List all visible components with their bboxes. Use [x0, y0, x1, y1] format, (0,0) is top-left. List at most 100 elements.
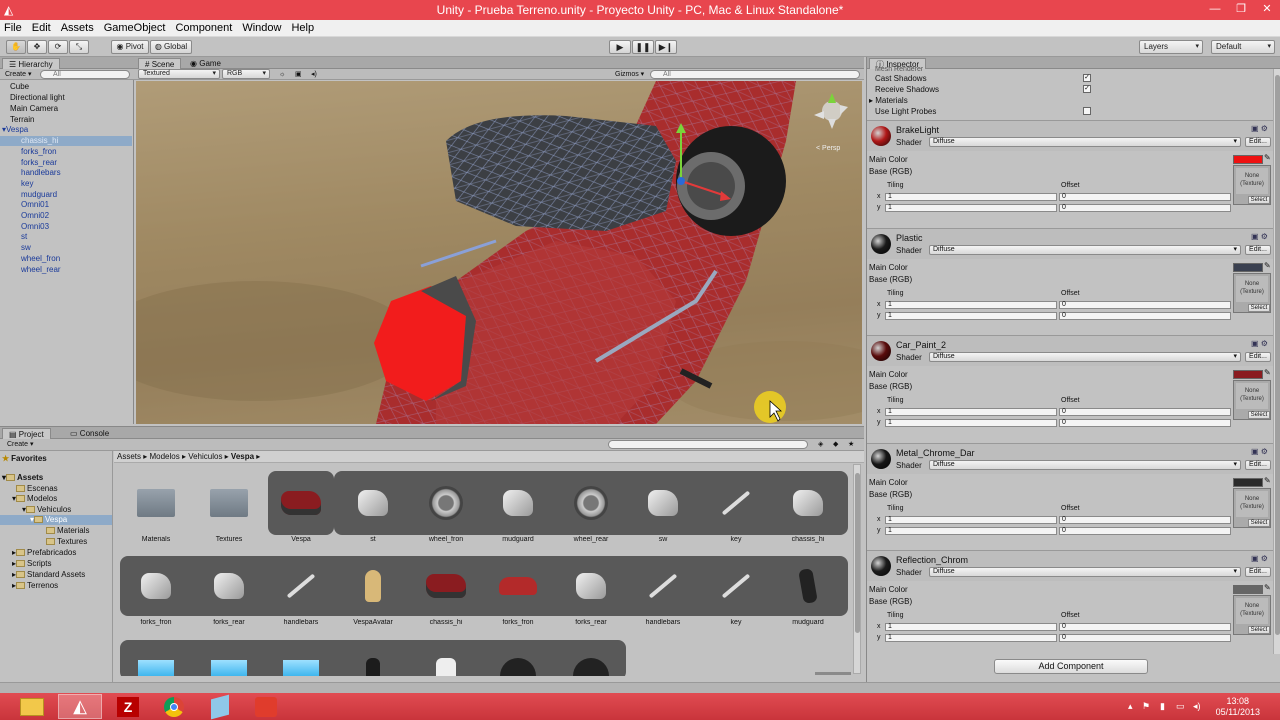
- settings-gear-icon[interactable]: ⚙: [1261, 554, 1268, 563]
- asset-item[interactable]: [340, 640, 406, 676]
- tree-item[interactable]: Escenas: [16, 484, 58, 494]
- audio-toggle[interactable]: ◂): [308, 70, 320, 79]
- pause-button[interactable]: ❚❚: [632, 40, 654, 54]
- asset-item[interactable]: wheel_rear: [558, 473, 624, 543]
- offset-x-field[interactable]: 0: [1059, 193, 1231, 201]
- asset-item[interactable]: [196, 640, 262, 676]
- hierarchy-item-selected[interactable]: chassis_hi: [0, 136, 132, 146]
- lighting-toggle[interactable]: ☼: [276, 70, 288, 79]
- tray-arrow-icon[interactable]: ▴: [1128, 701, 1133, 712]
- pivot-button[interactable]: ◉ Pivot: [111, 40, 149, 54]
- settings-gear-icon[interactable]: ⚙: [1261, 232, 1268, 241]
- tiling-x-field[interactable]: 1: [885, 193, 1057, 201]
- play-button[interactable]: ▶: [609, 40, 631, 54]
- menu-file[interactable]: File: [4, 22, 22, 34]
- hierarchy-create-button[interactable]: Create ▾: [2, 70, 34, 79]
- clock[interactable]: 13:08 05/11/2013: [1216, 696, 1260, 718]
- use-light-probes-checkbox[interactable]: [1083, 107, 1091, 115]
- offset-x-field[interactable]: 0: [1059, 516, 1231, 524]
- render-mode-dropdown[interactable]: Textured: [138, 69, 220, 79]
- main-color-swatch[interactable]: [1233, 370, 1263, 379]
- shader-dropdown[interactable]: Diffuse: [929, 137, 1241, 147]
- main-color-swatch[interactable]: [1233, 155, 1263, 164]
- shader-dropdown[interactable]: Diffuse: [929, 567, 1241, 577]
- breadcrumb-item[interactable]: Modelos: [149, 452, 179, 461]
- help-icon[interactable]: ▣: [1251, 124, 1259, 133]
- tiling-x-field[interactable]: 1: [885, 301, 1057, 309]
- offset-y-field[interactable]: 0: [1059, 312, 1231, 320]
- shader-edit-button[interactable]: Edit...: [1245, 567, 1271, 577]
- move-tool-button[interactable]: ✥: [27, 40, 47, 54]
- texture-slot[interactable]: None (Texture) Select: [1233, 488, 1271, 528]
- tray-flag-icon[interactable]: ⚑: [1142, 701, 1150, 712]
- receive-shadows-checkbox[interactable]: ✓: [1083, 85, 1091, 93]
- tiling-y-field[interactable]: 1: [885, 634, 1057, 642]
- texture-slot[interactable]: None (Texture) Select: [1233, 595, 1271, 635]
- asset-item[interactable]: chassis_hi: [413, 556, 479, 626]
- main-color-swatch[interactable]: [1233, 263, 1263, 272]
- main-color-swatch[interactable]: [1233, 478, 1263, 487]
- hierarchy-item[interactable]: forks_rear: [21, 158, 57, 168]
- gizmos-dropdown[interactable]: Gizmos ▾: [612, 70, 647, 79]
- favorites-item[interactable]: ★ Favorites: [2, 454, 47, 464]
- hierarchy-item[interactable]: forks_fron: [21, 147, 57, 157]
- tray-volume-icon[interactable]: ◂): [1193, 701, 1201, 712]
- hierarchy-item[interactable]: sw: [21, 243, 31, 253]
- tray-battery-icon[interactable]: ▭: [1176, 701, 1185, 712]
- tree-item-selected[interactable]: ▾ Vespa: [0, 515, 112, 525]
- tree-item[interactable]: ▸ Prefabricados: [12, 548, 76, 558]
- asset-item[interactable]: key: [703, 556, 769, 626]
- persp-label[interactable]: < Persp: [816, 145, 840, 152]
- asset-item[interactable]: chassis_hi: [775, 473, 841, 543]
- favorite-button[interactable]: ★: [845, 440, 857, 449]
- breadcrumb-item[interactable]: Assets: [117, 452, 141, 461]
- asset-item[interactable]: mudguard: [485, 473, 551, 543]
- eyedropper-icon[interactable]: ✎: [1264, 368, 1271, 377]
- hierarchy-item[interactable]: Omni01: [21, 200, 49, 210]
- mesh-renderer-header[interactable]: Mesh Renderer: [875, 66, 923, 72]
- asset-item[interactable]: [268, 640, 334, 676]
- taskbar-app[interactable]: [198, 694, 242, 719]
- taskbar-explorer[interactable]: [10, 694, 54, 719]
- help-icon[interactable]: ▣: [1251, 447, 1259, 456]
- asset-item[interactable]: VespaAvatar: [340, 556, 406, 626]
- filter-type-button[interactable]: ◈: [815, 440, 826, 449]
- tab-console[interactable]: ▭ Console: [64, 428, 115, 439]
- breadcrumb-item[interactable]: Vehiculos: [188, 452, 222, 461]
- asset-item[interactable]: forks_fron: [123, 556, 189, 626]
- asset-item[interactable]: forks_fron: [485, 556, 551, 626]
- scale-tool-button[interactable]: ⤡: [69, 40, 89, 54]
- tab-game[interactable]: ◉ Game: [184, 58, 227, 69]
- shader-dropdown[interactable]: Diffuse: [929, 245, 1241, 255]
- maximize-button[interactable]: ❐: [1228, 0, 1254, 20]
- offset-x-field[interactable]: 0: [1059, 623, 1231, 631]
- offset-y-field[interactable]: 0: [1059, 204, 1231, 212]
- hierarchy-item[interactable]: handlebars: [21, 168, 61, 178]
- tray-network-icon[interactable]: ▮: [1160, 701, 1165, 712]
- shader-edit-button[interactable]: Edit...: [1245, 137, 1271, 147]
- step-button[interactable]: ▶❙: [655, 40, 677, 54]
- hierarchy-item[interactable]: st: [21, 232, 27, 242]
- tree-item[interactable]: Textures: [46, 537, 87, 547]
- hierarchy-item[interactable]: Main Camera: [10, 104, 58, 114]
- shader-dropdown[interactable]: Diffuse: [929, 460, 1241, 470]
- rotate-tool-button[interactable]: ⟳: [48, 40, 68, 54]
- menu-gameobject[interactable]: GameObject: [104, 22, 166, 34]
- eyedropper-icon[interactable]: ✎: [1264, 261, 1271, 270]
- asset-item[interactable]: handlebars: [268, 556, 334, 626]
- scrollbar-thumb[interactable]: [1275, 75, 1280, 635]
- image-toggle[interactable]: ▣: [292, 70, 305, 79]
- cast-shadows-checkbox[interactable]: ✓: [1083, 74, 1091, 82]
- scrollbar-thumb[interactable]: [855, 473, 860, 633]
- hierarchy-search-input[interactable]: All: [40, 70, 130, 79]
- asset-item[interactable]: Textures: [196, 473, 262, 543]
- taskbar-chrome[interactable]: [152, 694, 196, 719]
- eyedropper-icon[interactable]: ✎: [1264, 476, 1271, 485]
- tree-item-assets[interactable]: ▾ Assets: [2, 473, 43, 483]
- asset-item[interactable]: Vespa: [268, 473, 334, 543]
- asset-item[interactable]: mudguard: [775, 556, 841, 626]
- assets-scrollbar[interactable]: [853, 464, 861, 674]
- project-create-button[interactable]: Create ▾: [4, 440, 36, 449]
- hierarchy-item[interactable]: Omni03: [21, 222, 49, 232]
- materials-foldout[interactable]: ▸ Materials: [869, 96, 908, 105]
